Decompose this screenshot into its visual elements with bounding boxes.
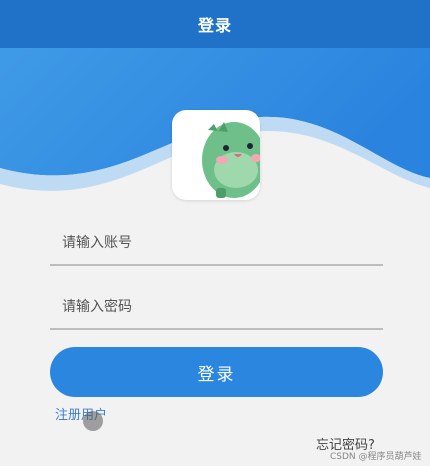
- page-title: 登录: [197, 16, 232, 35]
- dinosaur-mascot-icon: [172, 110, 260, 200]
- app-header: 登录: [0, 0, 430, 48]
- account-input[interactable]: [50, 222, 383, 266]
- cursor-indicator: [83, 411, 103, 431]
- login-button[interactable]: 登录: [50, 347, 383, 397]
- password-input[interactable]: [50, 286, 383, 330]
- watermark: CSDN @程序员葫芦娃: [330, 452, 422, 462]
